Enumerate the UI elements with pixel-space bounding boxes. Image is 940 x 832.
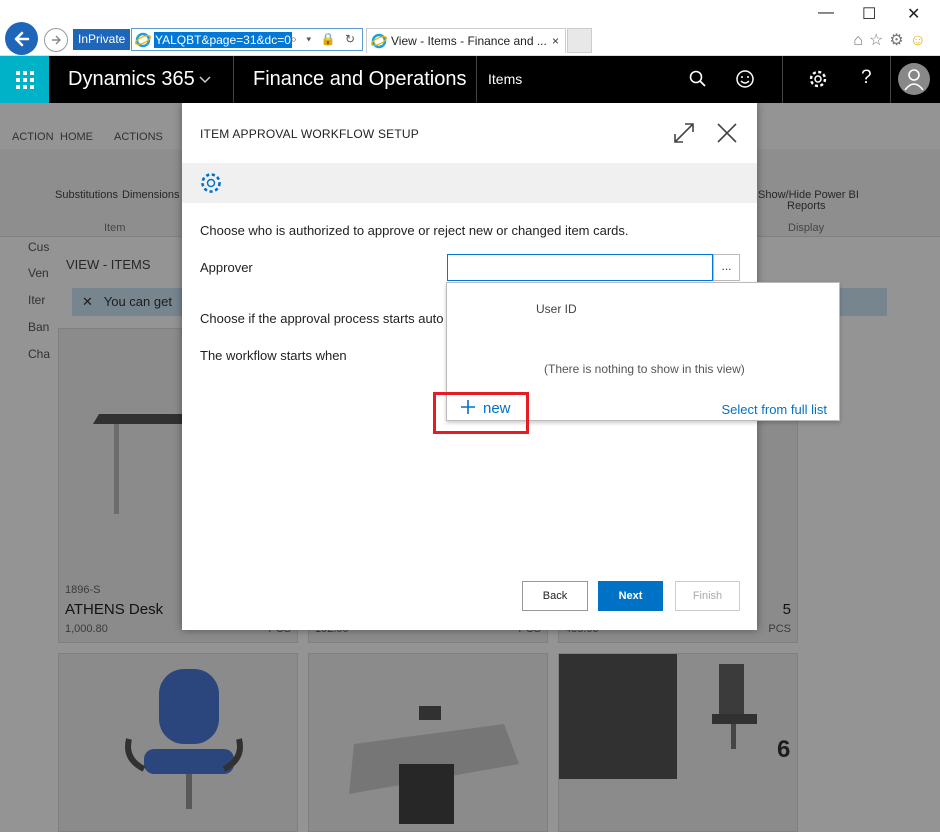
settings-icon[interactable]: ⚙ bbox=[889, 32, 909, 49]
intro-text: Choose who is authorized to approve or r… bbox=[200, 223, 629, 238]
tab-title: View - Items - Finance and ... bbox=[391, 34, 547, 48]
browser-tab[interactable]: View - Items - Finance and ... × bbox=[366, 28, 566, 53]
gear-icon[interactable] bbox=[199, 171, 223, 195]
waffle-icon[interactable] bbox=[0, 56, 49, 103]
back-arrow-icon[interactable] bbox=[5, 22, 38, 55]
user-icon[interactable] bbox=[898, 63, 930, 95]
starts-label: The workflow starts when bbox=[200, 348, 347, 363]
approver-label: Approver bbox=[200, 260, 253, 275]
dialog-title: ITEM APPROVAL WORKFLOW SETUP bbox=[200, 127, 419, 141]
tab-close-icon[interactable]: × bbox=[552, 29, 559, 53]
search-icon[interactable] bbox=[688, 69, 708, 89]
home-icon[interactable]: ⌂ bbox=[853, 32, 869, 49]
new-tab-button[interactable] bbox=[567, 28, 592, 53]
process-label: Choose if the approval process starts au… bbox=[200, 311, 444, 326]
chevron-down-icon[interactable] bbox=[199, 69, 211, 89]
address-url[interactable]: YALQBT&page=31&dc=0 bbox=[154, 32, 292, 48]
user-id-column-header[interactable]: User ID bbox=[536, 302, 577, 316]
help-icon[interactable]: ? bbox=[861, 67, 872, 89]
divider bbox=[782, 56, 783, 103]
gear-icon[interactable] bbox=[808, 69, 828, 89]
divider bbox=[476, 56, 477, 103]
favorites-icon[interactable]: ☆ bbox=[869, 32, 889, 49]
dialog-toolbar bbox=[182, 163, 757, 203]
lookup-button[interactable]: ... bbox=[713, 254, 740, 281]
maximize-icon[interactable]: ☐ bbox=[862, 4, 876, 24]
forward-arrow-icon[interactable] bbox=[44, 28, 68, 52]
ie-logo-icon bbox=[371, 33, 387, 49]
empty-state-text: (There is nothing to show in this view) bbox=[544, 362, 745, 376]
inprivate-badge: InPrivate bbox=[73, 29, 131, 50]
window-close-icon[interactable]: ✕ bbox=[907, 4, 920, 24]
back-button[interactable]: Back bbox=[522, 581, 588, 611]
next-button[interactable]: Next bbox=[598, 581, 663, 611]
close-icon[interactable] bbox=[715, 121, 739, 145]
product-name[interactable]: Dynamics 365 bbox=[68, 68, 195, 91]
module-name: Finance and Operations bbox=[253, 68, 467, 90]
address-tools[interactable]: ⌕ ▾ 🔒 ↻ bbox=[290, 32, 358, 47]
select-full-list-link[interactable]: Select from full list bbox=[722, 402, 827, 417]
breadcrumb[interactable]: Items bbox=[488, 71, 522, 87]
browser-chrome: InPrivate YALQBT&page=31&dc=0 ⌕ ▾ 🔒 ↻ Vi… bbox=[0, 0, 940, 56]
minimize-icon[interactable]: — bbox=[818, 4, 834, 22]
feedback-smiley-icon[interactable]: ☺ bbox=[910, 32, 932, 49]
finish-button[interactable]: Finish bbox=[675, 581, 740, 611]
address-bar[interactable]: YALQBT&page=31&dc=0 ⌕ ▾ 🔒 ↻ bbox=[131, 28, 363, 51]
highlight-box bbox=[433, 392, 529, 434]
approver-input[interactable] bbox=[447, 254, 713, 281]
ie-logo-icon bbox=[135, 32, 151, 48]
divider bbox=[233, 56, 234, 103]
smiley-icon[interactable] bbox=[735, 69, 755, 89]
divider bbox=[890, 56, 891, 103]
expand-icon[interactable] bbox=[672, 121, 696, 145]
browser-toolbar-icons[interactable]: ⌂☆⚙☺ bbox=[853, 30, 932, 50]
app-bar: Dynamics 365 Finance and Operations Item… bbox=[0, 56, 940, 103]
